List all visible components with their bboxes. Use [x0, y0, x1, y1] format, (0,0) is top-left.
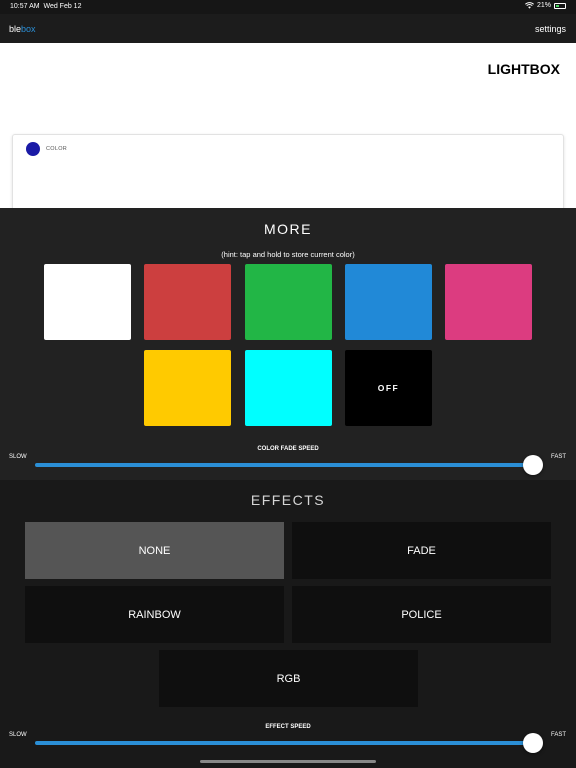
fade-speed-fast-label: FAST	[551, 454, 567, 460]
color-card[interactable]: COLOR	[12, 134, 564, 214]
device-header: LIGHTBOX COLOR	[0, 43, 576, 214]
settings-button[interactable]: settings	[535, 24, 566, 34]
color-swatch-blue[interactable]	[345, 264, 432, 340]
home-indicator	[200, 760, 376, 763]
more-panel: MORE (hint: tap and hold to store curren…	[0, 208, 576, 480]
effect-speed-track[interactable]	[35, 741, 533, 745]
effect-speed-caption: EFFECT SPEED	[265, 724, 311, 730]
color-swatch-white[interactable]	[44, 264, 131, 340]
current-color-dot[interactable]	[26, 142, 40, 156]
more-title: MORE	[264, 221, 312, 237]
effect-speed-fast-label: FAST	[551, 732, 567, 738]
fade-speed-slow-label: SLOW	[9, 454, 27, 460]
color-swatch-yellow[interactable]	[144, 350, 231, 426]
color-swatch-cyan[interactable]	[245, 350, 332, 426]
color-swatch-red[interactable]	[144, 264, 231, 340]
status-bar: 10:57 AM Wed Feb 12 21%	[0, 0, 576, 14]
effects-panel: EFFECTS NONE FADE RAINBOW POLICE RGB EFF…	[0, 480, 576, 768]
brand-logo[interactable]: blebox	[9, 24, 36, 34]
effect-speed-slow-label: SLOW	[9, 732, 27, 738]
hint-text: (hint: tap and hold to store current col…	[221, 250, 355, 259]
status-right: 21%	[525, 2, 566, 9]
effect-speed-thumb[interactable]	[523, 733, 543, 753]
effect-police-button[interactable]: POLICE	[292, 586, 551, 643]
color-label: COLOR	[46, 146, 68, 152]
status-time: 10:57 AM Wed Feb 12	[10, 3, 82, 10]
effect-none-button[interactable]: NONE	[25, 522, 284, 579]
effect-fade-button[interactable]: FADE	[292, 522, 551, 579]
fade-speed-caption: COLOR FADE SPEED	[257, 446, 319, 452]
color-swatch-green[interactable]	[245, 264, 332, 340]
fade-speed-thumb[interactable]	[523, 455, 543, 475]
wifi-icon	[525, 2, 534, 9]
battery-percent: 21%	[536, 2, 551, 9]
color-swatch-pink[interactable]	[445, 264, 532, 340]
effect-rgb-button[interactable]: RGB	[159, 650, 418, 707]
battery-icon	[554, 2, 566, 9]
device-title: LIGHTBOX	[487, 61, 560, 77]
navbar: blebox settings	[0, 14, 576, 43]
effect-rainbow-button[interactable]: RAINBOW	[25, 586, 284, 643]
fade-speed-track[interactable]	[35, 463, 533, 467]
effects-title: EFFECTS	[250, 492, 326, 508]
off-button[interactable]: OFF	[345, 350, 432, 426]
